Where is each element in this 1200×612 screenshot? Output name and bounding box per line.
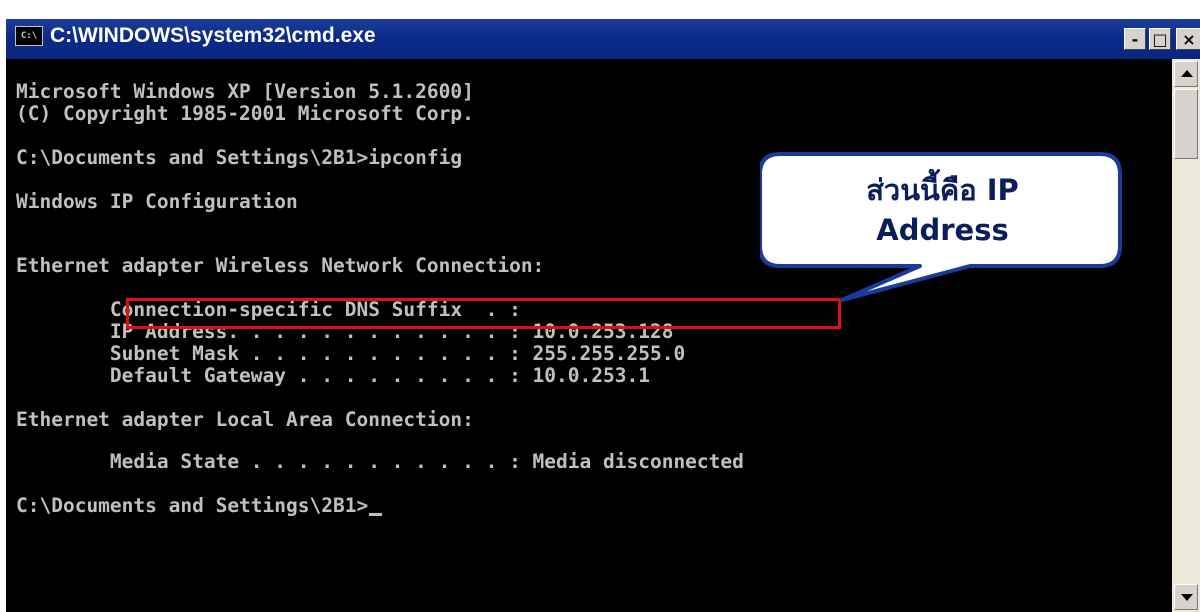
console-app-icon[interactable]: C:\ <box>15 26 43 46</box>
console-line-version: Microsoft Windows XP [Version 5.1.2600] <box>16 80 474 103</box>
scroll-down-button[interactable] <box>1174 584 1198 610</box>
window-title: C:\WINDOWS\system32\cmd.exe <box>50 24 376 47</box>
console-prompt-line: C:\Documents and Settings\2B1> <box>16 494 383 517</box>
console-line-wireless-adapter: Ethernet adapter Wireless Network Connec… <box>16 254 545 277</box>
console-line-ip-config-heading: Windows IP Configuration <box>16 190 298 213</box>
scroll-thumb[interactable] <box>1174 89 1198 159</box>
callout-label: ส่วนนี้คือ IP Address <box>770 170 1115 250</box>
scroll-up-button[interactable] <box>1174 61 1198 87</box>
minimize-button[interactable]: - <box>1124 28 1146 50</box>
vertical-scrollbar[interactable] <box>1172 59 1200 612</box>
console-line-copyright: (C) Copyright 1985-2001 Microsoft Corp. <box>16 102 474 125</box>
close-button[interactable]: × <box>1176 28 1200 50</box>
callout-line-2: Address <box>876 213 1009 247</box>
callout-line-1: ส่วนนี้คือ IP <box>866 173 1019 207</box>
console-output[interactable]: Microsoft Windows XP [Version 5.1.2600] … <box>6 59 1172 612</box>
text-cursor <box>369 513 383 516</box>
console-line-media-state: Media State . . . . . . . . . . . : Medi… <box>16 450 744 473</box>
ip-address-highlight <box>126 298 841 329</box>
console-prompt: C:\Documents and Settings\2B1> <box>16 494 369 517</box>
console-line-local-adapter: Ethernet adapter Local Area Connection: <box>16 408 474 431</box>
arrow-down-icon <box>1181 594 1193 601</box>
maximize-button[interactable]: □ <box>1149 28 1171 50</box>
console-line-command: C:\Documents and Settings\2B1>ipconfig <box>16 146 463 169</box>
arrow-up-icon <box>1181 70 1193 77</box>
title-bar[interactable]: C:\ C:\WINDOWS\system32\cmd.exe - □ × <box>6 19 1200 59</box>
console-line-subnet-mask: Subnet Mask . . . . . . . . . . . : 255.… <box>16 342 686 365</box>
console-line-default-gateway: Default Gateway . . . . . . . . . : 10.0… <box>16 364 650 387</box>
